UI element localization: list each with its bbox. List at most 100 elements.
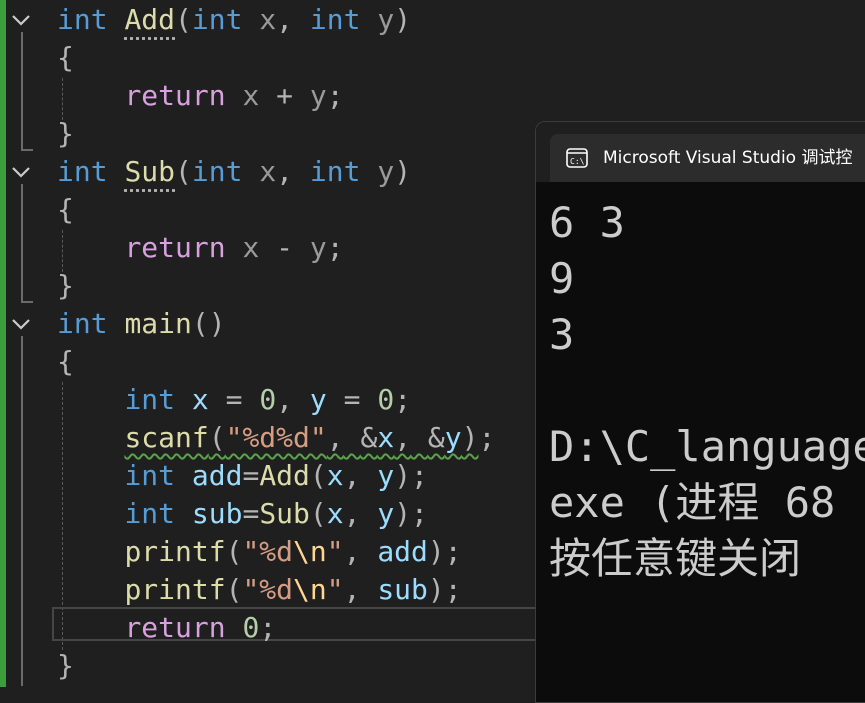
fold-chevron-icon[interactable] — [11, 314, 31, 334]
code-token: , — [343, 535, 361, 568]
code-token: printf — [124, 573, 226, 606]
code-token: { — [57, 345, 74, 378]
code-token: add — [377, 535, 428, 568]
code-line[interactable]: { — [57, 39, 74, 77]
svg-text:C:\: C:\ — [570, 157, 585, 166]
code-line[interactable]: } — [57, 267, 74, 305]
fold-chevron-icon[interactable] — [11, 10, 31, 30]
code-token: } — [57, 269, 74, 302]
code-line[interactable]: } — [57, 647, 74, 685]
code-token: 0 — [242, 611, 260, 644]
code-line[interactable]: return x + y; — [57, 77, 343, 115]
code-token: ; — [444, 573, 462, 606]
code-token: "%d%d" — [225, 421, 327, 454]
code-token: y — [377, 497, 395, 530]
fold-outline — [21, 184, 23, 302]
console-titlebar: C:\ Microsoft Visual Studio 调试控 — [536, 122, 865, 182]
debug-console-window[interactable]: C:\ Microsoft Visual Studio 调试控 6 3 9 3 D:\… — [535, 121, 865, 703]
code-token: { — [57, 41, 74, 74]
code-token: y — [309, 79, 327, 112]
code-line[interactable]: printf("%d\n", add); — [57, 533, 462, 571]
code-token: " — [326, 573, 344, 606]
code-line[interactable]: int Sub(int x, int y) — [57, 153, 411, 191]
code-line[interactable]: { — [57, 191, 74, 229]
code-token: x — [259, 155, 277, 188]
code-line[interactable]: int add=Add(x, y); — [57, 457, 427, 495]
code-token: x — [326, 459, 344, 492]
code-token: ; — [411, 497, 428, 530]
code-line[interactable]: printf("%d\n", sub); — [57, 571, 462, 609]
code-token: return — [124, 79, 226, 112]
code-token: x — [242, 231, 260, 264]
code-token: = — [343, 383, 361, 416]
code-token: ( — [309, 497, 327, 530]
fold-outline — [21, 336, 23, 686]
code-token: , — [326, 421, 344, 454]
console-tab[interactable]: C:\ Microsoft Visual Studio 调试控 — [550, 134, 865, 182]
fold-outline — [21, 32, 23, 150]
code-token: main — [124, 307, 192, 340]
code-token: x — [259, 3, 277, 36]
code-token: ) — [427, 535, 445, 568]
code-token: return — [124, 231, 226, 264]
code-line[interactable]: return 0; — [57, 609, 276, 647]
code-line[interactable]: int main() — [57, 305, 226, 343]
code-token: = — [225, 383, 243, 416]
code-token: & — [360, 421, 378, 454]
console-output-line: 3 — [549, 310, 575, 359]
code-line[interactable]: scanf("%d%d", &x, &y); — [57, 419, 495, 457]
console-output-line: 按任意键关闭 — [549, 534, 802, 583]
code-token: } — [57, 649, 74, 682]
code-token: ) — [427, 573, 445, 606]
code-line[interactable]: } — [57, 115, 74, 153]
code-token: } — [57, 117, 74, 150]
code-token: ( — [208, 421, 226, 454]
code-token: 0 — [377, 383, 395, 416]
code-token: x — [377, 421, 395, 454]
code-token: + — [276, 79, 294, 112]
code-line[interactable]: int x = 0, y = 0; — [57, 381, 411, 419]
code-line[interactable]: { — [57, 343, 74, 381]
code-token: ) — [461, 421, 479, 454]
console-output-line: 6 3 — [549, 198, 625, 247]
code-token: return — [124, 611, 226, 644]
code-token: sub — [377, 573, 428, 606]
fold-chevron-icon[interactable] — [11, 162, 31, 182]
code-token: " — [326, 535, 344, 568]
code-token: = — [242, 497, 260, 530]
code-token: ; — [259, 611, 277, 644]
code-token: Sub — [124, 155, 176, 188]
code-token: , — [276, 3, 294, 36]
code-token: int — [57, 307, 108, 340]
code-line[interactable]: int Add(int x, int y) — [57, 1, 411, 39]
code-token: y — [309, 383, 327, 416]
code-line[interactable]: int sub=Sub(x, y); — [57, 495, 428, 533]
code-token: ; — [444, 535, 462, 568]
code-token: , — [276, 383, 294, 416]
code-token: Sub — [259, 497, 310, 530]
code-token: int — [309, 3, 361, 36]
code-token: x — [191, 383, 209, 416]
code-line[interactable]: return x - y; — [57, 229, 343, 267]
code-token: y — [377, 3, 395, 36]
